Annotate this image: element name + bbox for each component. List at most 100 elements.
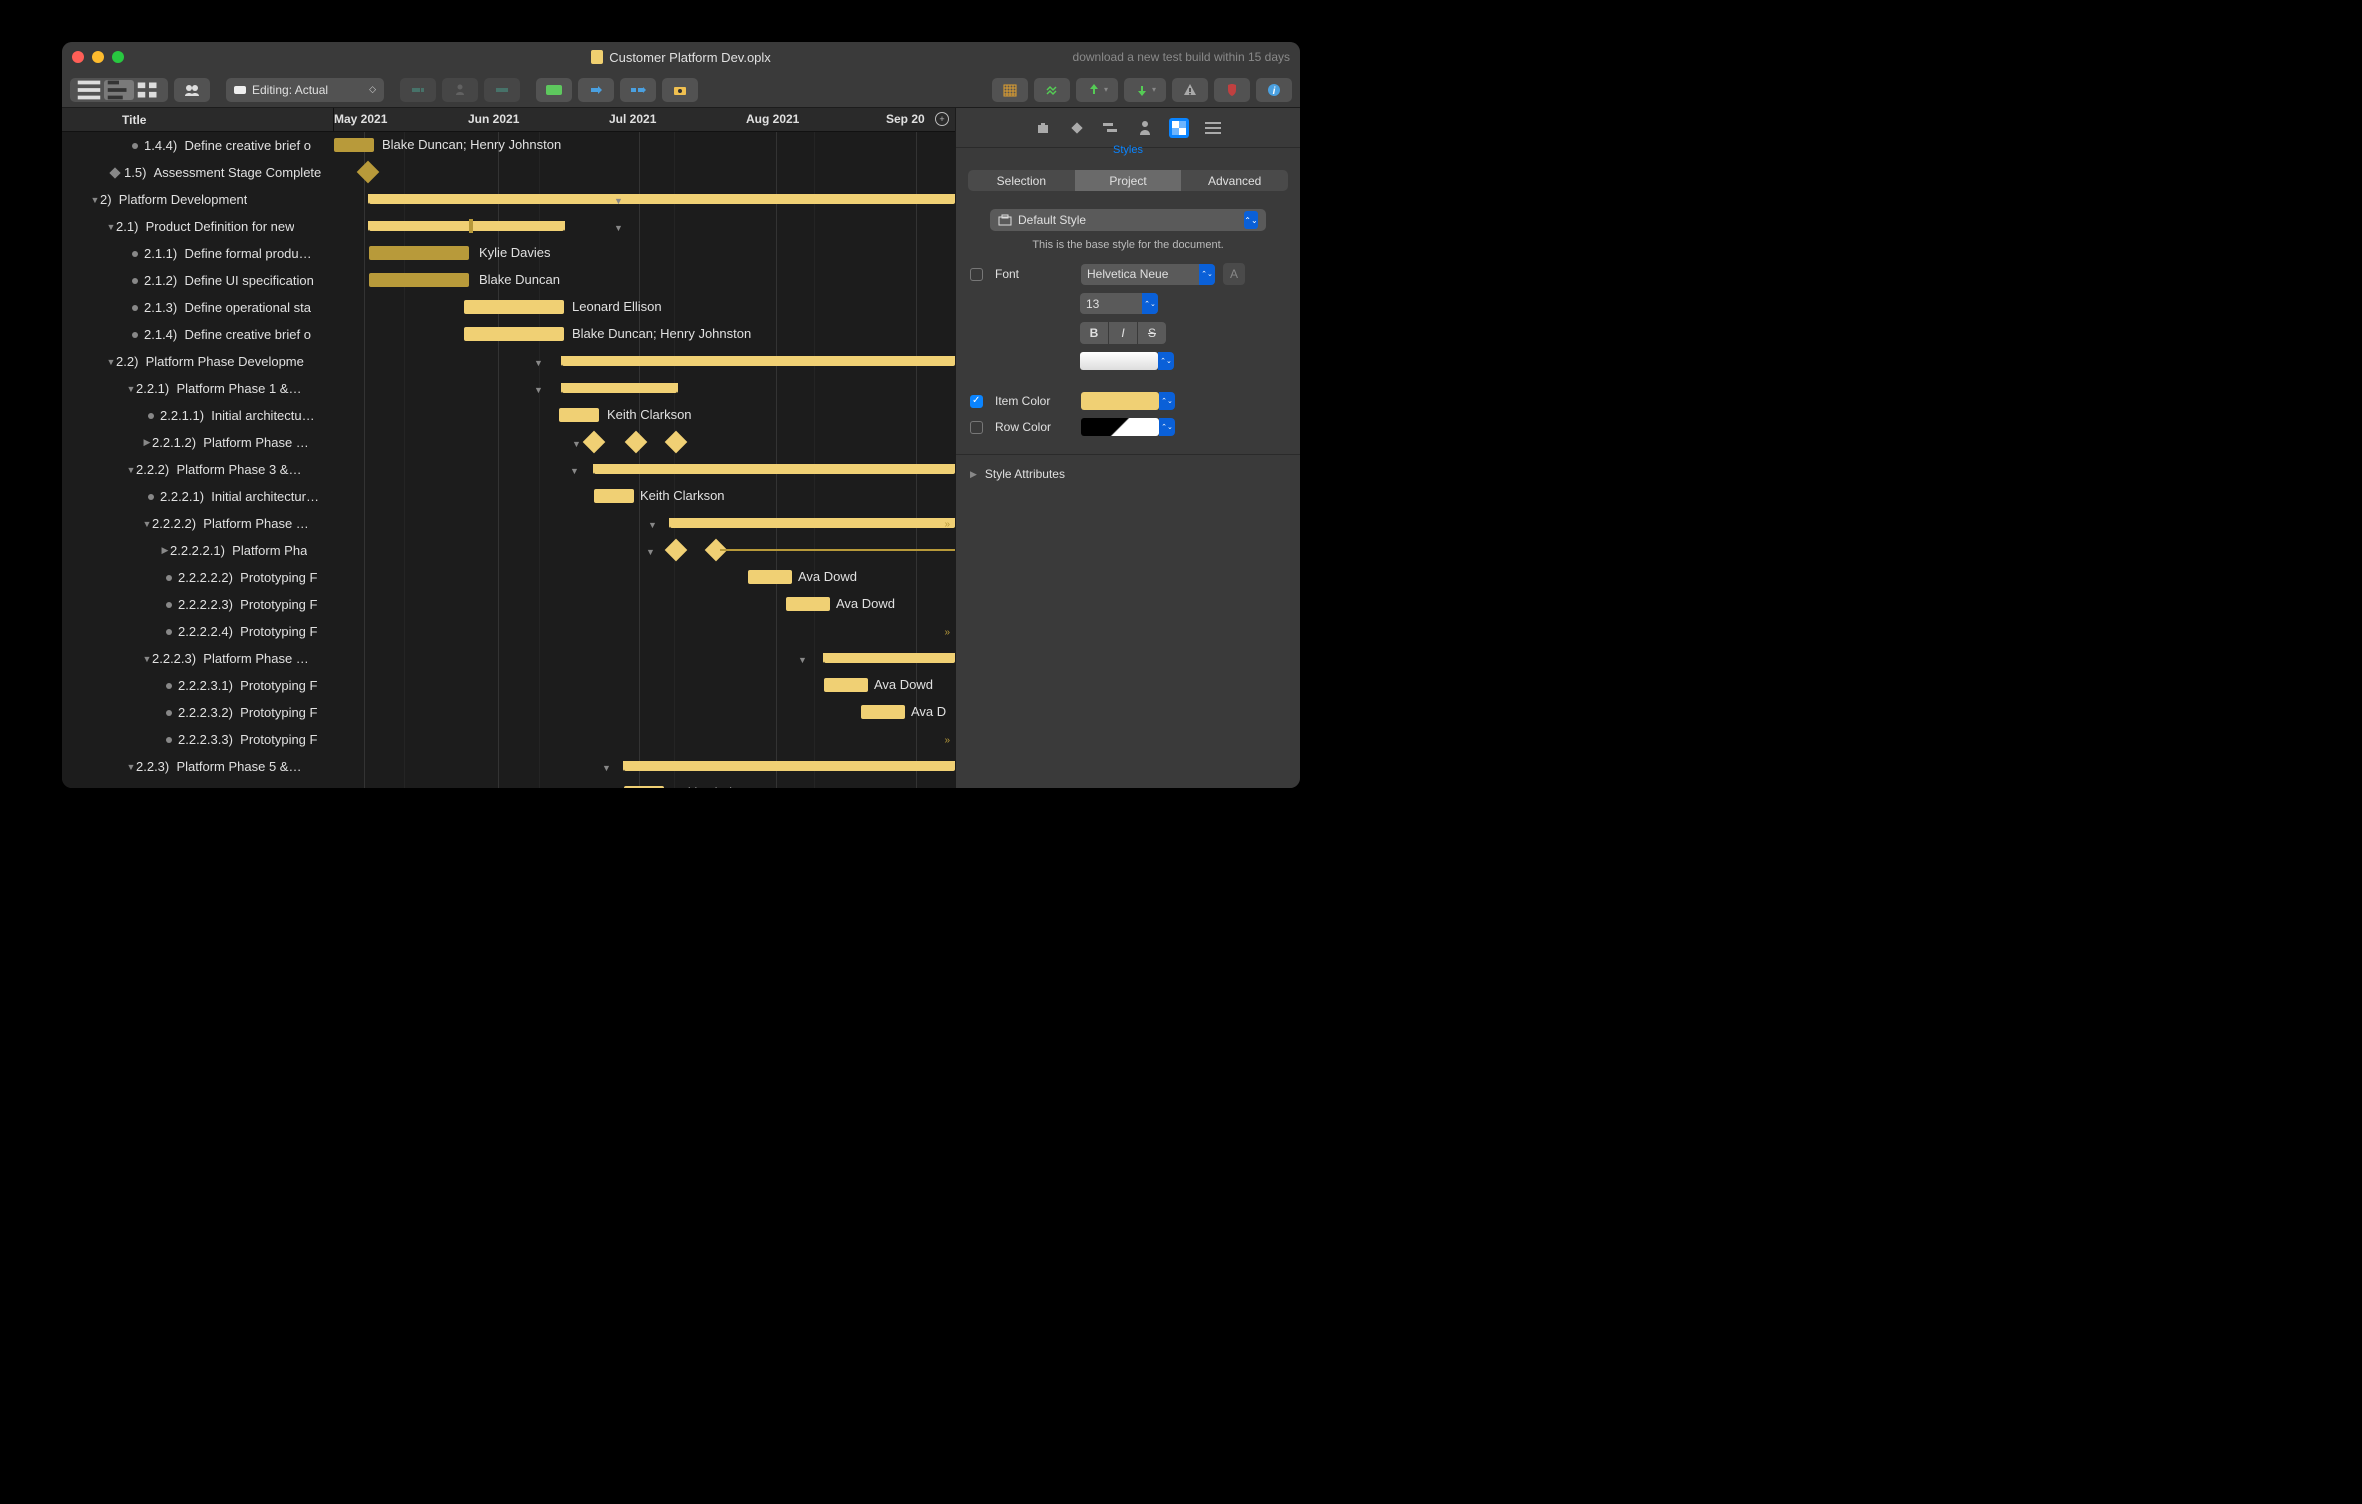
font-checkbox[interactable]: [970, 268, 983, 281]
add-group-button[interactable]: [484, 78, 520, 102]
task-row[interactable]: 2.1.4) Define creative brief oBlake Dunc…: [62, 321, 955, 348]
advanced-tab[interactable]: Advanced: [1181, 170, 1288, 191]
add-milestone-button[interactable]: [442, 78, 478, 102]
task-row[interactable]: 2.2.3.1) Initial recipe deveKeith Clarks…: [62, 780, 955, 788]
snapshot-button[interactable]: [662, 78, 698, 102]
summary-bar[interactable]: [562, 383, 677, 393]
task-row[interactable]: ▼2.2.1) Platform Phase 1 &…▼: [62, 375, 955, 402]
row-color-checkbox[interactable]: [970, 421, 983, 434]
styles-inspector-icon[interactable]: [1169, 118, 1189, 138]
summary-bar[interactable]: [624, 761, 955, 771]
violations-button[interactable]: [1214, 78, 1250, 102]
editing-mode-select[interactable]: Editing: Actual ◇: [226, 78, 384, 102]
task-row[interactable]: 2.2.2.1) Initial architectur…Keith Clark…: [62, 483, 955, 510]
item-color-well[interactable]: ⌃⌄: [1081, 392, 1159, 410]
task-row[interactable]: 2.1.3) Define operational staLeonard Ell…: [62, 294, 955, 321]
task-row[interactable]: ▶2.2.2.2.1) Platform Pha▼: [62, 537, 955, 564]
row-color-well[interactable]: ⌃⌄: [1081, 418, 1159, 436]
timeline-header[interactable]: + May 2021Jun 2021Jul 2021Aug 2021Sep 20: [334, 108, 955, 131]
milestone-diamond[interactable]: [357, 161, 380, 184]
task-row[interactable]: ▼2) Platform Development▼: [62, 186, 955, 213]
style-attributes-section[interactable]: ▶ Style Attributes: [956, 454, 1300, 493]
task-row[interactable]: 2.2.1.1) Initial architectu…Keith Clarks…: [62, 402, 955, 429]
task-bar[interactable]: [824, 678, 868, 692]
zoom-icon[interactable]: +: [935, 112, 949, 126]
task-row[interactable]: ▼2.2.2.3) Platform Phase …▼: [62, 645, 955, 672]
catchup-button[interactable]: [536, 78, 572, 102]
milestone-diamond[interactable]: [583, 431, 606, 454]
warnings-button[interactable]: [1172, 78, 1208, 102]
summary-bar[interactable]: [562, 356, 955, 366]
summary-bar[interactable]: [670, 518, 955, 528]
task-row[interactable]: ▶2.2.1.2) Platform Phase …▼: [62, 429, 955, 456]
import-button[interactable]: ▾: [1124, 78, 1166, 102]
summary-bar[interactable]: [824, 653, 955, 663]
chevron-down-icon: ▼: [572, 439, 581, 449]
critical-path-button[interactable]: [1034, 78, 1070, 102]
milestone-diamond[interactable]: [625, 431, 648, 454]
task-row[interactable]: 2.2.2.2.4) Prototyping F»: [62, 618, 955, 645]
reschedule-button[interactable]: [578, 78, 614, 102]
level-button[interactable]: [620, 78, 656, 102]
task-bar[interactable]: [786, 597, 830, 611]
add-task-button[interactable]: [400, 78, 436, 102]
resources-button[interactable]: [174, 78, 210, 102]
summary-bar[interactable]: [369, 221, 564, 231]
summary-bar[interactable]: [594, 464, 955, 474]
task-bar[interactable]: [559, 408, 599, 422]
italic-button[interactable]: I: [1109, 322, 1137, 344]
task-row[interactable]: ▼2.2.2.2) Platform Phase …▼»: [62, 510, 955, 537]
font-color-well[interactable]: ⌃⌄: [1080, 352, 1158, 370]
task-row[interactable]: ▼2.2) Platform Phase Developme▼: [62, 348, 955, 375]
title-column-header[interactable]: Title: [62, 108, 334, 131]
bold-button[interactable]: B: [1080, 322, 1108, 344]
export-button[interactable]: ▾: [1076, 78, 1118, 102]
project-tab[interactable]: Project: [1075, 170, 1182, 191]
task-bar[interactable]: [861, 705, 905, 719]
style-select[interactable]: Default Style ⌃⌄: [990, 209, 1266, 231]
font-size-select[interactable]: 13⌃⌄: [1080, 293, 1158, 314]
resource-inspector-icon[interactable]: [1135, 118, 1155, 138]
style-scope-segmented[interactable]: Selection Project Advanced: [968, 170, 1288, 191]
selection-tab[interactable]: Selection: [968, 170, 1075, 191]
summary-bar[interactable]: [369, 194, 955, 204]
font-color-button[interactable]: A: [1223, 263, 1245, 285]
task-row[interactable]: 2.2.2.2.2) Prototyping FAva Dowd: [62, 564, 955, 591]
milestone-diamond[interactable]: [665, 431, 688, 454]
strike-button[interactable]: S: [1138, 322, 1166, 344]
milestone-inspector-icon[interactable]: [1067, 118, 1087, 138]
custom-data-inspector-icon[interactable]: [1203, 118, 1223, 138]
fullscreen-button[interactable]: [112, 51, 124, 63]
task-bar[interactable]: [624, 786, 664, 788]
task-row[interactable]: 1.5) Assessment Stage Complete: [62, 159, 955, 186]
task-inspector-icon[interactable]: [1033, 118, 1053, 138]
task-row[interactable]: 2.1.2) Define UI specificationBlake Dunc…: [62, 267, 955, 294]
task-bar[interactable]: [369, 246, 469, 260]
task-bar[interactable]: [594, 489, 634, 503]
info-button[interactable]: i: [1256, 78, 1292, 102]
task-row[interactable]: ▼2.2.2) Platform Phase 3 &…▼: [62, 456, 955, 483]
task-row[interactable]: 2.2.2.2.3) Prototyping FAva Dowd: [62, 591, 955, 618]
minimize-button[interactable]: [92, 51, 104, 63]
close-button[interactable]: [72, 51, 84, 63]
milestone-diamond[interactable]: [665, 539, 688, 562]
item-color-checkbox[interactable]: [970, 395, 983, 408]
task-row[interactable]: 2.1.1) Define formal produ…Kylie Davies: [62, 240, 955, 267]
task-row[interactable]: 1.4.4) Define creative brief oBlake Dunc…: [62, 132, 955, 159]
task-bar[interactable]: [369, 273, 469, 287]
task-bar[interactable]: [464, 300, 564, 314]
task-bar[interactable]: [748, 570, 792, 584]
view-mode-segmented[interactable]: [70, 78, 168, 102]
font-family-select[interactable]: Helvetica Neue⌃⌄: [1081, 264, 1215, 285]
task-bar[interactable]: [464, 327, 564, 341]
task-bar[interactable]: [334, 138, 374, 152]
assignee-label: Blake Duncan; Henry Johnston: [572, 326, 751, 341]
row-color-label: Row Color: [989, 420, 1073, 434]
task-row[interactable]: 2.2.2.3.2) Prototyping FAva D: [62, 699, 955, 726]
task-row[interactable]: ▼2.1) Product Definition for new▼: [62, 213, 955, 240]
task-row[interactable]: 2.2.2.3.1) Prototyping FAva Dowd: [62, 672, 955, 699]
calendar-button[interactable]: [992, 78, 1028, 102]
scheduling-inspector-icon[interactable]: [1101, 118, 1121, 138]
task-row[interactable]: 2.2.2.3.3) Prototyping F»: [62, 726, 955, 753]
task-row[interactable]: ▼2.2.3) Platform Phase 5 &…▼: [62, 753, 955, 780]
